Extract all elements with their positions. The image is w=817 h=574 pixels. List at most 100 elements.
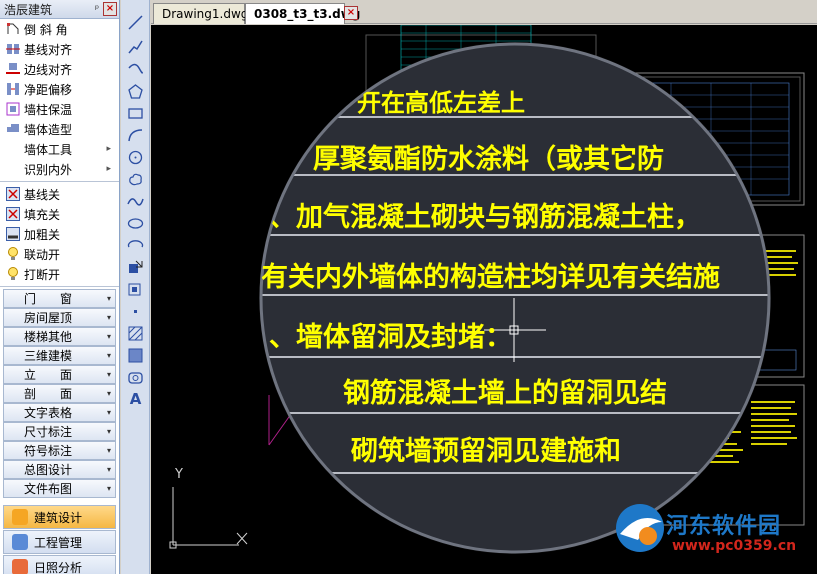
- submenu-identify-inout[interactable]: 识别内外 ▸: [0, 159, 119, 179]
- tab-drawing1[interactable]: Drawing1.dwg: [153, 3, 249, 24]
- tool-wall-shape[interactable]: 墙体造型: [0, 119, 119, 139]
- chamfer-icon: [6, 22, 20, 36]
- menu-room-roof[interactable]: 房间屋顶 ▾: [3, 308, 116, 327]
- tool-label: 基线对齐: [24, 42, 73, 57]
- menu-file-layout[interactable]: 文件布图 ▾: [3, 479, 116, 498]
- tool-label: 倒 斜 角: [24, 22, 68, 37]
- tool-insulation[interactable]: 墙柱保温: [0, 99, 119, 119]
- submenu-label: 墙体工具: [24, 142, 73, 157]
- watermark-url: www.pc0359.cn: [672, 538, 797, 554]
- menu-symbol[interactable]: 符号标注 ▾: [3, 441, 116, 460]
- spline-path-icon[interactable]: [127, 60, 144, 77]
- chevron-down-icon: ▾: [106, 313, 111, 322]
- chevron-down-icon: ▾: [106, 389, 111, 398]
- spline-icon[interactable]: [127, 193, 144, 210]
- architecture-icon: [12, 509, 28, 525]
- divider: [0, 286, 119, 287]
- insulation-icon: [6, 102, 20, 116]
- tool-edge-align[interactable]: 边线对齐: [0, 59, 119, 79]
- tab-project-management[interactable]: 工程管理: [3, 530, 116, 554]
- tab-architecture-design[interactable]: 建筑设计: [3, 505, 116, 529]
- menu-label: 尺寸标注: [24, 425, 73, 439]
- tool-palette: 浩辰建筑 ᵖ × 倒 斜 角 基线对齐 边线对齐 净距偏移 墙柱保温 墙体造型 …: [0, 0, 120, 574]
- draw-toolbar: A: [121, 0, 150, 574]
- palette-title: 浩辰建筑: [4, 2, 53, 17]
- divider: [0, 181, 119, 182]
- baseline-off-icon: [6, 187, 20, 201]
- tab-close-button[interactable]: ×: [344, 6, 358, 20]
- insert-block-icon[interactable]: [127, 259, 144, 276]
- chevron-down-icon: ▾: [106, 332, 111, 341]
- wall-shape-icon: [6, 122, 20, 136]
- palette-close-button[interactable]: ×: [103, 2, 117, 16]
- magnifier-lens: [261, 44, 769, 552]
- menu-label: 门 窗: [24, 292, 73, 306]
- drawing-area: [169, 25, 805, 554]
- arc-icon[interactable]: [127, 127, 144, 144]
- tab-0308[interactable]: 0308_t3_t3.dwg: [245, 3, 360, 24]
- menu-label: 房间屋顶: [24, 311, 73, 325]
- toggle-link[interactable]: 联动开: [0, 244, 119, 264]
- tab-label: Drawing1.dwg: [162, 7, 249, 21]
- text-tool-icon[interactable]: A: [127, 390, 144, 408]
- tool-offset[interactable]: 净距偏移: [0, 79, 119, 99]
- menu-label: 符号标注: [24, 444, 73, 458]
- toggle-label: 填充关: [24, 207, 61, 222]
- tool-label: 墙柱保温: [24, 102, 73, 117]
- menu-dimension[interactable]: 尺寸标注 ▾: [3, 422, 116, 441]
- chevron-down-icon: ▾: [106, 465, 111, 474]
- region-icon[interactable]: [127, 369, 144, 386]
- pin-icon[interactable]: ᵖ: [91, 4, 103, 15]
- chevron-down-icon: ▾: [106, 370, 111, 379]
- project-icon: [12, 534, 28, 550]
- submenu-wall-tools[interactable]: 墙体工具 ▸: [0, 139, 119, 159]
- tool-baseline-align[interactable]: 基线对齐: [0, 39, 119, 59]
- toggle-list: 基线关 填充关 加粗关 联动开 打断开: [0, 184, 119, 284]
- bottom-tab-label: 日照分析: [34, 560, 83, 574]
- polyline-icon[interactable]: [127, 38, 144, 55]
- menu-label: 剖 面: [24, 387, 73, 401]
- menu-elevation[interactable]: 立 面 ▾: [3, 365, 116, 384]
- bulb-icon: [6, 247, 20, 261]
- wall-tools-list: 倒 斜 角 基线对齐 边线对齐 净距偏移 墙柱保温 墙体造型 墙体工具 ▸ 识别…: [0, 19, 119, 179]
- point-icon[interactable]: [127, 303, 144, 320]
- menu-3d-modeling[interactable]: 三维建模 ▾: [3, 346, 116, 365]
- baseline-align-icon: [6, 42, 20, 56]
- circle-icon[interactable]: [127, 149, 144, 166]
- toggle-baseline[interactable]: 基线关: [0, 184, 119, 204]
- menu-label: 楼梯其他: [24, 330, 73, 344]
- tool-chamfer[interactable]: 倒 斜 角: [0, 19, 119, 39]
- chevron-down-icon: ▾: [106, 427, 111, 436]
- menu-site-plan[interactable]: 总图设计 ▾: [3, 460, 116, 479]
- menu-label: 文字表格: [24, 406, 73, 420]
- ucs-icon: [169, 487, 248, 549]
- menu-stairs-other[interactable]: 楼梯其他 ▾: [3, 327, 116, 346]
- revision-cloud-icon[interactable]: [127, 171, 144, 188]
- chevron-down-icon: ▾: [106, 294, 111, 303]
- menu-section[interactable]: 剖 面 ▾: [3, 384, 116, 403]
- menu-doors-windows[interactable]: 门 窗 ▾: [3, 289, 116, 308]
- menu-text-table[interactable]: 文字表格 ▾: [3, 403, 116, 422]
- line-icon[interactable]: [127, 14, 144, 31]
- tool-label: 边线对齐: [24, 62, 73, 77]
- chevron-down-icon: ▾: [106, 484, 111, 493]
- hatch-icon[interactable]: [127, 325, 144, 342]
- ellipse-icon[interactable]: [127, 215, 144, 232]
- tool-label: 墙体造型: [24, 122, 73, 137]
- toggle-bold[interactable]: 加粗关: [0, 224, 119, 244]
- make-block-icon[interactable]: [127, 281, 144, 298]
- chevron-down-icon: ▾: [106, 446, 111, 455]
- menu-label: 文件布图: [24, 482, 73, 496]
- ellipse-arc-icon[interactable]: [127, 237, 144, 254]
- polygon-icon[interactable]: [127, 83, 144, 100]
- menu-label: 总图设计: [24, 463, 73, 477]
- sun-icon: [12, 559, 28, 574]
- toggle-break[interactable]: 打断开: [0, 264, 119, 284]
- toggle-fill[interactable]: 填充关: [0, 204, 119, 224]
- gradient-icon[interactable]: [127, 347, 144, 364]
- chevron-right-icon: ▸: [106, 164, 111, 174]
- bold-off-icon: [6, 227, 20, 241]
- rectangle-icon[interactable]: [127, 105, 144, 122]
- drawing-canvas[interactable]: 开在高低左差上 厚聚氨酯防水涂料（或其它防 、加气混凝土砌块与钢筋混凝土柱， 有…: [151, 25, 817, 574]
- tab-sunlight-analysis[interactable]: 日照分析: [3, 555, 116, 574]
